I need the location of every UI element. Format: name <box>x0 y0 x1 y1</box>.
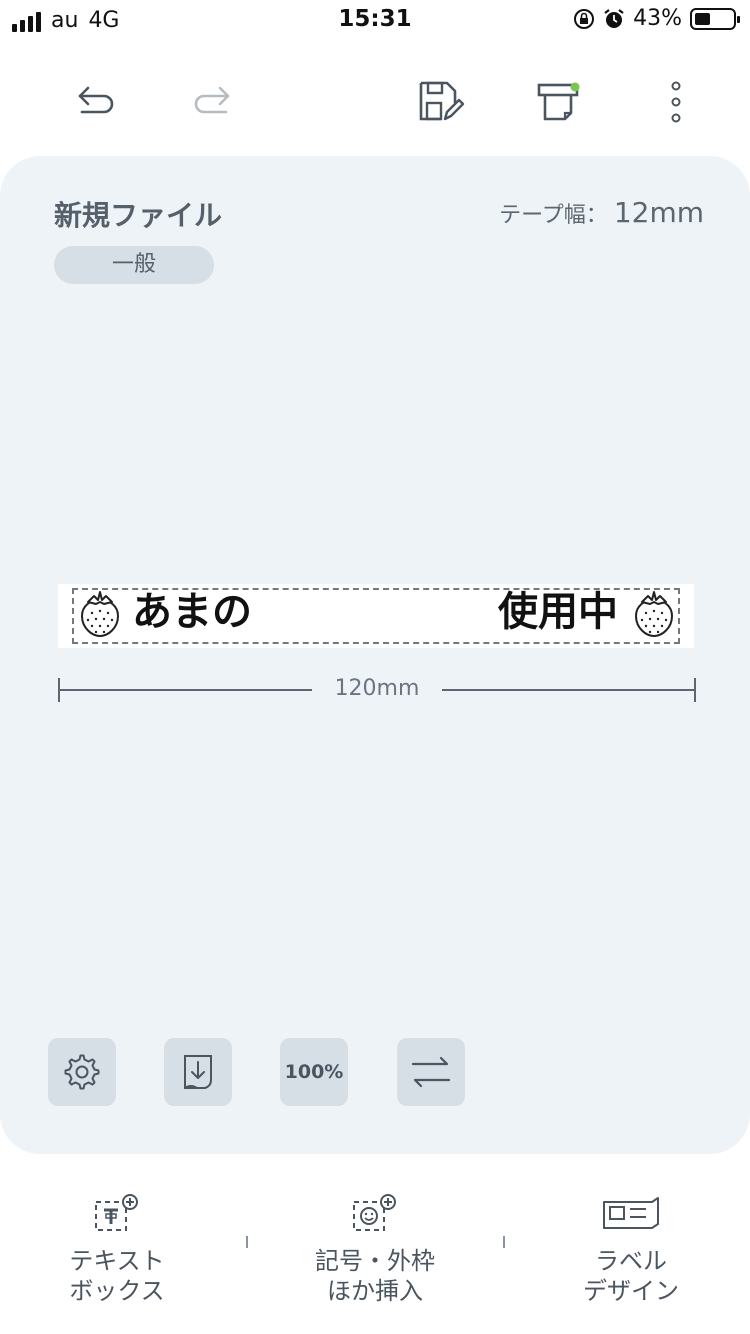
strawberry-icon <box>80 591 120 638</box>
label-right-text: 使用中 <box>498 589 618 635</box>
label-design-icon <box>603 1197 659 1229</box>
battery-percent: 43% <box>633 6 682 31</box>
editor-card: 新規ファイル テープ幅： 12mm 一般 あまの 使用中 120mm 100% <box>0 156 750 1154</box>
top-toolbar <box>0 60 750 140</box>
direction-button[interactable] <box>397 1038 465 1106</box>
smiley-add-icon <box>353 1194 396 1231</box>
zoom-button[interactable]: 100% <box>280 1038 348 1106</box>
category-badge[interactable]: 一般 <box>54 246 214 284</box>
label-design-tab[interactable]: ラベル デザイン <box>521 1190 741 1306</box>
undo-button[interactable] <box>64 70 128 134</box>
symbol-label-2: ほか挿入 <box>327 1277 423 1305</box>
save-button[interactable] <box>410 70 474 134</box>
label-left-text: あまの <box>132 589 252 635</box>
text-add-icon <box>95 1194 138 1231</box>
symbol-tab[interactable]: 記号・外枠 ほか挿入 <box>265 1190 485 1306</box>
file-name: 新規ファイル <box>54 199 223 232</box>
label-preview[interactable]: あまの 使用中 <box>58 584 694 648</box>
more-button[interactable] <box>644 70 708 134</box>
label-design-label-1: ラベル <box>595 1247 667 1275</box>
tape-width: テープ幅： 12mm <box>499 196 704 229</box>
more-icon <box>671 81 681 123</box>
text-box-label-2: ボックス <box>69 1277 165 1305</box>
text-box-label-1: テキスト <box>69 1247 165 1275</box>
status-bar: au 4G 15:31 43% <box>0 0 750 42</box>
export-button[interactable] <box>164 1038 232 1106</box>
settings-button[interactable] <box>48 1038 116 1106</box>
redo-button[interactable] <box>180 70 244 134</box>
length-ruler: 120mm <box>58 676 696 704</box>
print-icon <box>537 82 580 121</box>
symbol-label-1: 記号・外枠 <box>315 1247 435 1275</box>
print-button[interactable] <box>528 70 592 134</box>
tape-width-label: テープ幅： <box>499 203 608 228</box>
tape-width-value: 12mm <box>613 196 704 229</box>
alarm-icon <box>604 8 624 28</box>
redo-icon <box>194 86 230 114</box>
text-box-tab[interactable]: テキスト ボックス <box>7 1190 227 1306</box>
label-design-label-2: デザイン <box>583 1277 679 1305</box>
battery-icon <box>690 7 740 30</box>
bottom-nav: テキスト ボックス 記号・外枠 ほか挿入 ラベル デザイン <box>0 1180 750 1334</box>
save-icon <box>419 81 465 121</box>
undo-icon <box>78 86 114 114</box>
strawberry-icon <box>634 591 674 638</box>
swap-arrows-icon <box>411 1056 451 1088</box>
rotation-lock-icon <box>574 8 595 29</box>
download-icon <box>184 1055 212 1089</box>
gear-icon <box>64 1054 100 1090</box>
